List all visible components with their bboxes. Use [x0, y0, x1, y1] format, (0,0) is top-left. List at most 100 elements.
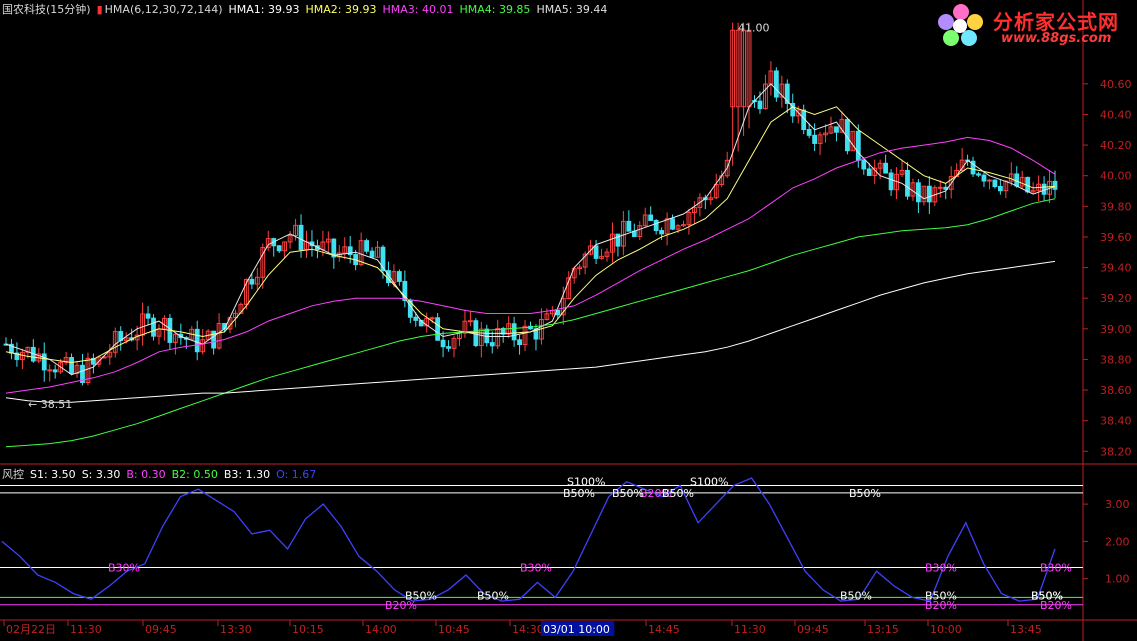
- time-label: 14:45: [648, 623, 680, 636]
- candle-body: [446, 346, 451, 349]
- signal-label: B30%: [1040, 562, 1072, 575]
- price-tick-label: 40.40: [1100, 108, 1132, 121]
- candle-body: [670, 218, 675, 230]
- min-price-label: ← 38.51: [28, 398, 72, 411]
- logo-url: www.88gs.com: [1001, 31, 1112, 46]
- time-label: 10:45: [438, 623, 470, 636]
- candle-body: [413, 316, 419, 321]
- candle-body: [648, 214, 654, 221]
- candle-body: [937, 186, 943, 189]
- chart-window: 40.60 40.40 40.20 40.00 39.80 39.60 39.40 39.20…: [0, 0, 1137, 641]
- candle-body: [812, 134, 818, 144]
- signal-label: B50%: [477, 589, 509, 602]
- time-label-selected: 03/01 10:00: [543, 623, 610, 636]
- candle-body: [593, 245, 599, 259]
- candle-body: [659, 230, 665, 235]
- candle-body: [1052, 180, 1058, 190]
- signal-label: S100%: [690, 476, 728, 489]
- signal-label: B30%: [925, 562, 957, 575]
- s-value: S: 3.30: [81, 468, 121, 481]
- signal-label: B30%: [520, 562, 552, 575]
- osc-tick-label: 3.00: [1105, 498, 1130, 511]
- candle-body: [987, 179, 992, 182]
- time-label: 13:15: [867, 623, 899, 636]
- time-label: 14:00: [365, 623, 397, 636]
- b-value: B: 0.30: [126, 468, 166, 481]
- indicator-name: HMA(6,12,30,72,144): [104, 3, 223, 16]
- candle-body: [992, 179, 998, 188]
- signal-label: B50%: [662, 487, 694, 500]
- osc-tick-label: 1.00: [1105, 573, 1130, 586]
- candle-body: [364, 240, 369, 252]
- hma1-value: HMA1: 39.93: [228, 3, 300, 16]
- price-tick-label: 38.80: [1100, 353, 1132, 366]
- time-label: 10:15: [292, 623, 324, 636]
- candle-body: [467, 320, 473, 323]
- candle-body: [1041, 183, 1047, 195]
- candle-body: [834, 126, 839, 133]
- price-tick-label: 40.00: [1100, 170, 1132, 183]
- candle-body: [511, 323, 517, 341]
- signal-label: B50%: [612, 487, 644, 500]
- candle-body: [429, 317, 435, 320]
- price-tick-label: 39.40: [1100, 262, 1132, 275]
- time-label: 09:45: [145, 623, 177, 636]
- site-logo: 分析家公式网 www.88gs.com: [935, 2, 1135, 50]
- time-label: 14:30: [512, 623, 544, 636]
- candle-body: [866, 168, 872, 176]
- candle-body: [806, 129, 812, 136]
- indicator-marker-icon: ▮: [96, 3, 103, 16]
- candle-body: [41, 353, 47, 371]
- candle-body: [440, 339, 446, 348]
- signal-label: B50%: [840, 589, 872, 602]
- candle-body: [757, 100, 763, 110]
- time-label: 13:45: [1010, 623, 1042, 636]
- candle-body: [517, 339, 522, 346]
- sub-title: 风控: [2, 468, 24, 481]
- oscillator-line: [1, 477, 1056, 602]
- s1-value: S1: 3.50: [30, 468, 76, 481]
- candle-body: [52, 369, 58, 373]
- b2-value: B2: 0.50: [171, 468, 218, 481]
- candle-body: [861, 159, 867, 170]
- candle-body: [47, 369, 53, 372]
- main-header: 国农科技(15分钟) ▮ HMA(6,12,30,72,144) HMA1: 39.9…: [2, 2, 613, 18]
- candle-body: [298, 224, 304, 251]
- price-tick-label: 39.60: [1100, 231, 1132, 244]
- candle-body: [981, 174, 987, 182]
- candle-body: [997, 186, 1003, 192]
- time-label: 10:00: [930, 623, 962, 636]
- hma2-value: HMA2: 39.93: [305, 3, 377, 16]
- o-value: O: 1.67: [276, 468, 317, 481]
- candle-body: [69, 357, 74, 374]
- time-label: 13:30: [220, 623, 252, 636]
- hma4-value: HMA4: 39.85: [459, 3, 531, 16]
- signal-label: B20%: [925, 599, 957, 612]
- candle-body: [883, 162, 889, 174]
- price-tick-label: 39.20: [1100, 292, 1132, 305]
- candle-body: [905, 169, 910, 197]
- signal-label: B50%: [563, 487, 595, 500]
- price-tick-label: 39.80: [1100, 200, 1132, 213]
- signal-label: B30%: [108, 562, 140, 575]
- flower-logo-icon: [938, 4, 983, 46]
- candle-body: [773, 70, 779, 98]
- chart-canvas[interactable]: 40.60 40.40 40.20 40.00 39.80 39.60 39.40 39.20…: [0, 0, 1137, 641]
- candle-body: [249, 278, 255, 285]
- signal-label: B20%: [385, 599, 417, 612]
- candle-body: [145, 313, 151, 319]
- price-tick-label: 38.40: [1100, 415, 1132, 428]
- price-tick-label: 39.00: [1100, 323, 1132, 336]
- candle-body: [626, 220, 632, 232]
- price-tick-label: 38.20: [1100, 445, 1132, 458]
- time-label: 02月22日: [6, 623, 56, 636]
- candle-body: [489, 342, 495, 347]
- time-label: 11:30: [734, 623, 766, 636]
- max-price-label: 41.00: [738, 22, 770, 35]
- candle-body: [435, 317, 441, 341]
- ma-line-hma3: [5, 136, 1056, 394]
- candle-body: [926, 185, 932, 203]
- b3-value: B3: 1.30: [223, 468, 271, 481]
- chart-title: 国农科技(15分钟): [2, 3, 91, 16]
- candle-body: [396, 271, 402, 282]
